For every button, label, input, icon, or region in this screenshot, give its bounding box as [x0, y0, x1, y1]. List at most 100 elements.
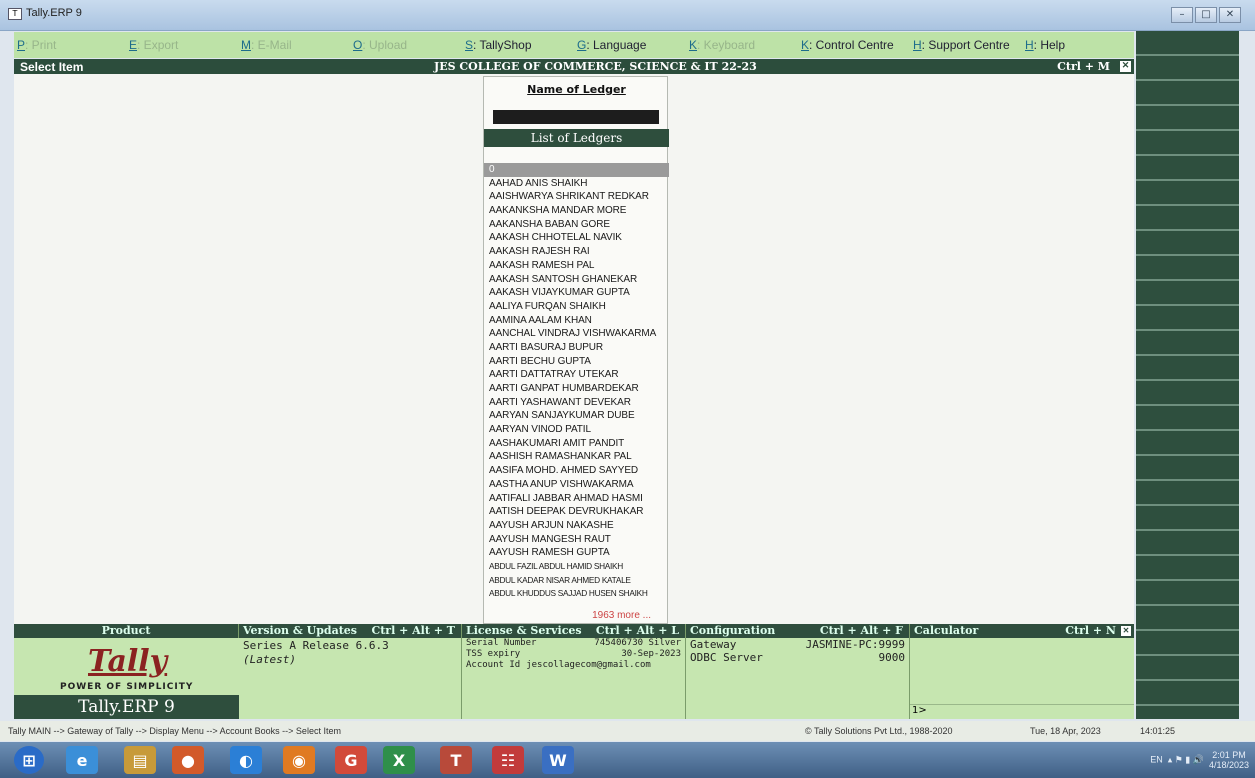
file-explorer-icon[interactable]: ▤ — [124, 746, 156, 774]
ledger-list-item[interactable]: AAKASH SANTOSH GHANEKAR — [484, 273, 669, 287]
ledger-list-item[interactable]: AAKANSHA BABAN GORE — [484, 218, 669, 232]
version-section[interactable]: Version & Updates Ctrl + Alt + T Series A… — [239, 624, 462, 719]
close-screen-icon[interactable]: ✕ — [1120, 61, 1131, 72]
ledger-list-item[interactable]: AASTHA ANUP VISHWAKARMA — [484, 478, 669, 492]
menu-item-tallyshop[interactable]: S: TallyShop — [462, 38, 574, 52]
side-button[interactable] — [1136, 231, 1239, 256]
google-icon[interactable]: G — [335, 746, 367, 774]
menu-item-keyboard[interactable]: K: Keyboard — [686, 38, 798, 52]
ledger-list-item[interactable]: ABDUL FAZIL ABDUL HAMID SHAIKH — [484, 560, 669, 574]
side-button[interactable] — [1136, 181, 1239, 206]
menu-item-help[interactable]: H: Help — [1022, 38, 1134, 52]
side-button[interactable] — [1136, 381, 1239, 406]
ledger-list-item[interactable]: AARTI GANPAT HUMBARDEKAR — [484, 382, 669, 396]
side-button[interactable] — [1136, 106, 1239, 131]
side-button[interactable] — [1136, 406, 1239, 431]
start-orb-icon[interactable]: ⊞ — [14, 746, 44, 774]
word-icon[interactable]: W — [542, 746, 574, 774]
side-button[interactable] — [1136, 281, 1239, 306]
ledger-list-item[interactable]: AAKASH RAMESH PAL — [484, 259, 669, 273]
ledger-list-item[interactable]: AASIFA MOHD. AHMED SAYYED — [484, 464, 669, 478]
side-button[interactable] — [1136, 81, 1239, 106]
ledger-list-item[interactable]: 0 — [484, 163, 669, 177]
side-button[interactable] — [1136, 431, 1239, 456]
side-button[interactable] — [1136, 506, 1239, 531]
ledger-list-item[interactable]: AAHAD ANIS SHAIKH — [484, 177, 669, 191]
side-button[interactable] — [1136, 206, 1239, 231]
side-button[interactable] — [1136, 556, 1239, 581]
license-section[interactable]: License & Services Ctrl + Alt + L Serial … — [462, 624, 686, 719]
ledger-list-item[interactable]: AAYUSH RAMESH GUPTA — [484, 546, 669, 560]
ledger-list-item[interactable]: AARTI BASURAJ BUPUR — [484, 341, 669, 355]
calculator-section[interactable]: Calculator Ctrl + N ✕ 1> — [910, 624, 1134, 719]
ledger-list-item[interactable]: AAKASH RAJESH RAI — [484, 245, 669, 259]
ledger-list-item[interactable]: AASHAKUMARI AMIT PANDIT — [484, 437, 669, 451]
menu-item-upload[interactable]: O: Upload — [350, 38, 462, 52]
window-controls: – □ ✕ — [1169, 7, 1241, 23]
close-icon[interactable]: ✕ — [1219, 7, 1241, 23]
side-button[interactable] — [1136, 681, 1239, 706]
ledger-list-item[interactable]: AATISH DEEPAK DEVRUKHAKAR — [484, 505, 669, 519]
minimize-shortcut: Ctrl + M — [1057, 60, 1110, 73]
side-button[interactable] — [1136, 656, 1239, 681]
menu-item-export[interactable]: E: Export — [126, 38, 238, 52]
ledger-list-item[interactable]: AARTI YASHAWANT DEVEKAR — [484, 396, 669, 410]
side-button[interactable] — [1136, 581, 1239, 606]
ledger-list-item[interactable]: AARTI BECHU GUPTA — [484, 355, 669, 369]
close-calculator-icon: ✕ — [1121, 625, 1131, 636]
ledger-list-item[interactable]: AANCHAL VINDRAJ VISHWAKARMA — [484, 327, 669, 341]
menu-label: : Upload — [362, 38, 408, 52]
firefox-icon[interactable]: ◉ — [283, 746, 315, 774]
side-button[interactable] — [1136, 531, 1239, 556]
side-button[interactable] — [1136, 456, 1239, 481]
tally-app-icon: T — [8, 8, 22, 20]
menu-hotkey: M — [241, 38, 251, 52]
ledger-list-item[interactable]: AAMINA AALAM KHAN — [484, 314, 669, 328]
ledger-list-item[interactable]: AARYAN SANJAYKUMAR DUBE — [484, 409, 669, 423]
notepad-icon[interactable]: ☷ — [492, 746, 524, 774]
chrome-icon[interactable]: ◐ — [230, 746, 262, 774]
side-button[interactable] — [1136, 481, 1239, 506]
excel-icon[interactable]: X — [383, 746, 415, 774]
ledger-name-input[interactable] — [493, 110, 659, 124]
maximize-icon[interactable]: □ — [1195, 7, 1217, 23]
menu-label: : Control Centre — [809, 38, 894, 52]
ledger-list-item[interactable]: AAKASH VIJAYKUMAR GUPTA — [484, 286, 669, 300]
side-button[interactable] — [1136, 256, 1239, 281]
ledger-list-item[interactable]: AAKANKSHA MANDAR MORE — [484, 204, 669, 218]
ledger-list-item[interactable]: ABDUL KHUDDUS SAJJAD HUSEN SHAIKH — [484, 587, 669, 601]
system-tray[interactable]: EN ▴ ⚑ ▮ 🔊 2:01 PM 4/18/2023 — [1150, 750, 1249, 770]
tally-taskbar-icon[interactable]: T — [440, 746, 472, 774]
more-items-indicator[interactable]: 1963 more ... — [592, 610, 651, 621]
menu-item-language[interactable]: G: Language — [574, 38, 686, 52]
menu-item-print[interactable]: P: Print — [14, 38, 126, 52]
minimize-icon[interactable]: – — [1171, 7, 1193, 23]
ledger-list-item[interactable]: AAKASH CHHOTELAL NAVIK — [484, 231, 669, 245]
menu-item-support-centre[interactable]: H: Support Centre — [910, 38, 1022, 52]
menu-item-control-centre[interactable]: K: Control Centre — [798, 38, 910, 52]
ledger-list-item[interactable]: ABDUL KADAR NISAR AHMED KATALE — [484, 574, 669, 588]
menu-item-e-mail[interactable]: M: E-Mail — [238, 38, 350, 52]
ledger-list-item[interactable]: AATIFALI JABBAR AHMAD HASMI — [484, 492, 669, 506]
ledger-list-item[interactable]: AASHISH RAMASHANKAR PAL — [484, 450, 669, 464]
side-button[interactable] — [1136, 131, 1239, 156]
side-button[interactable] — [1136, 331, 1239, 356]
screen-header: Select Item JES COLLEGE OF COMMERCE, SCI… — [14, 59, 1134, 74]
ledger-list-item[interactable]: AALIYA FURQAN SHAIKH — [484, 300, 669, 314]
side-button[interactable] — [1136, 606, 1239, 631]
side-button[interactable] — [1136, 156, 1239, 181]
ledger-list-item[interactable]: AARYAN VINOD PATIL — [484, 423, 669, 437]
ledger-list-item[interactable]: AAISHWARYA SHRIKANT REDKAR — [484, 190, 669, 204]
internet-explorer-icon[interactable]: e — [66, 746, 98, 774]
side-button[interactable] — [1136, 56, 1239, 81]
media-player-icon[interactable]: ● — [172, 746, 204, 774]
ledger-list-item[interactable]: AAYUSH ARJUN NAKASHE — [484, 519, 669, 533]
ledger-list-item[interactable]: AARTI DATTATRAY UTEKAR — [484, 368, 669, 382]
side-button[interactable] — [1136, 631, 1239, 656]
side-button[interactable] — [1136, 31, 1239, 56]
configuration-section[interactable]: Configuration Ctrl + Alt + F Gateway JASMI… — [686, 624, 910, 719]
ledger-list-item[interactable]: AAYUSH MANGESH RAUT — [484, 533, 669, 547]
calculator-input[interactable]: 1> — [910, 704, 1134, 718]
side-button[interactable] — [1136, 356, 1239, 381]
side-button[interactable] — [1136, 306, 1239, 331]
